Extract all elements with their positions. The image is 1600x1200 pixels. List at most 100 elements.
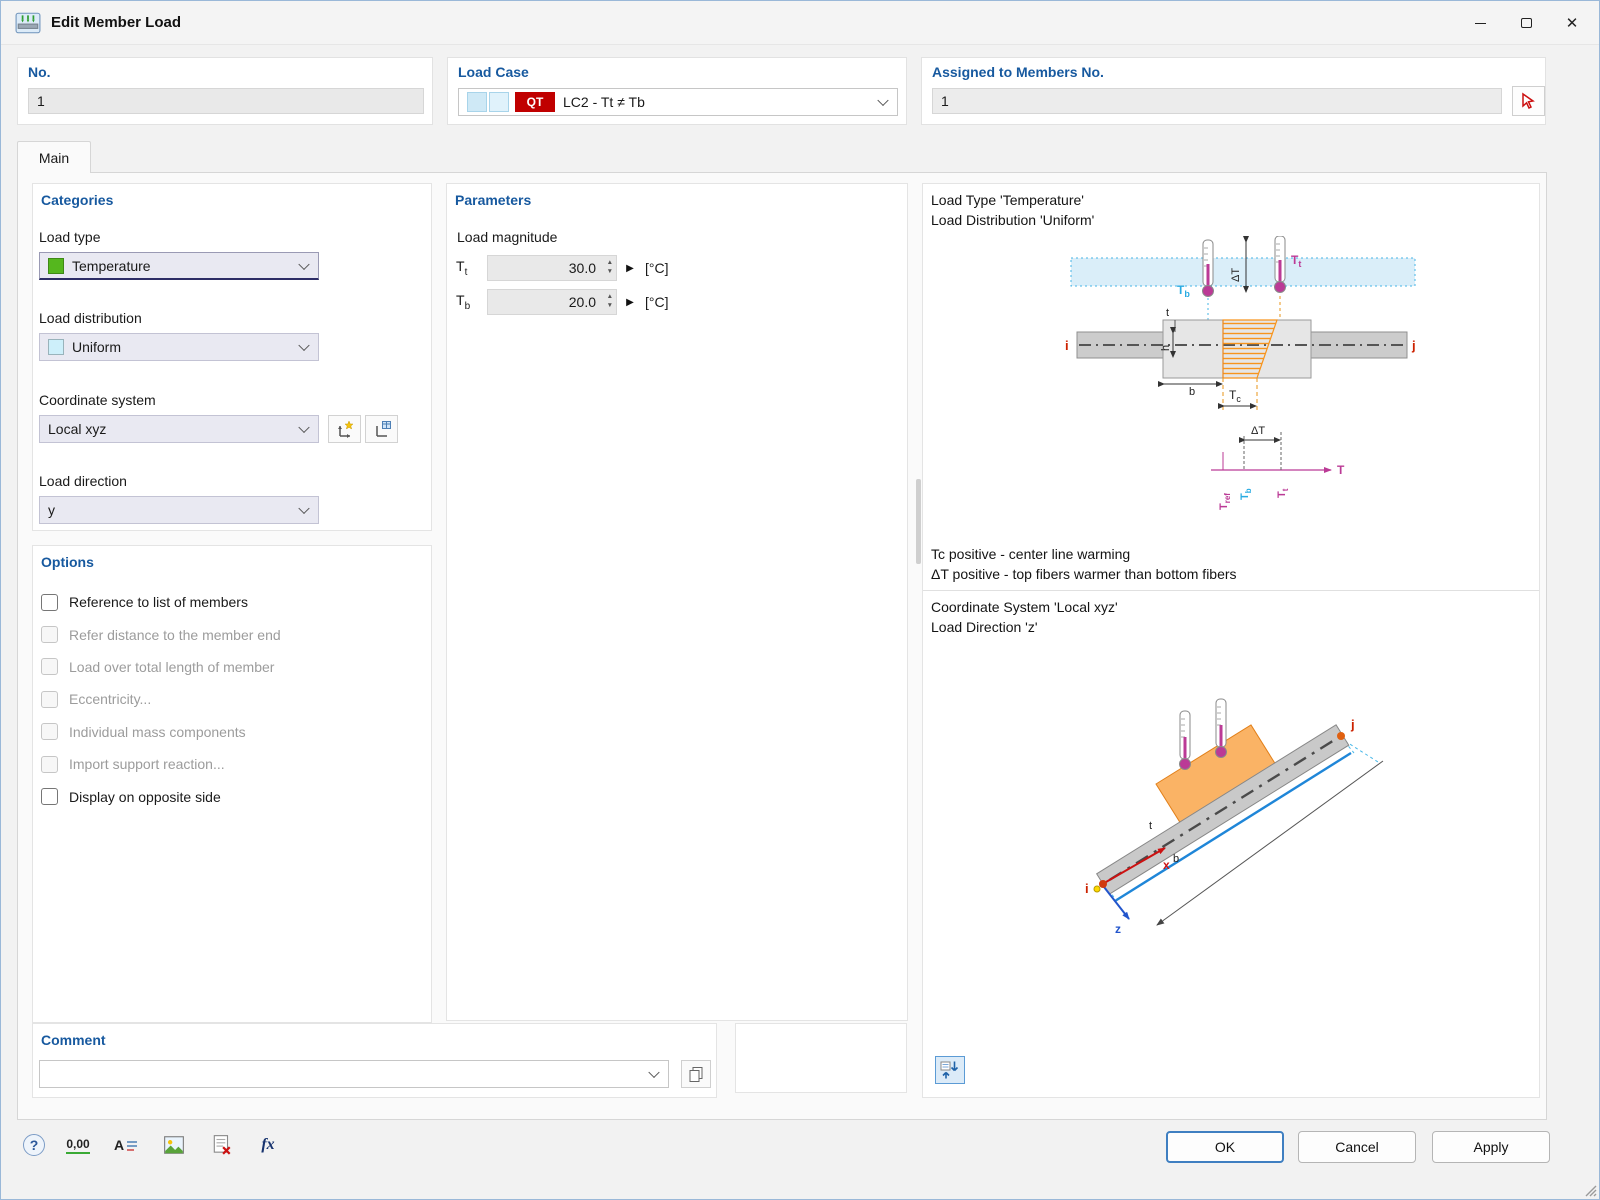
maximize-icon — [1520, 18, 1532, 28]
help-icon: ? — [23, 1134, 45, 1156]
load-type-select[interactable]: Temperature — [39, 252, 319, 280]
chevron-down-icon — [298, 258, 310, 270]
panel-splitter[interactable] — [916, 479, 921, 564]
option-display-opposite-side[interactable]: Display on opposite side — [41, 780, 423, 812]
comment-group: Comment — [32, 1023, 717, 1098]
svg-text:t: t — [1149, 820, 1152, 832]
tab-main-label: Main — [38, 149, 70, 166]
load-distribution-select[interactable]: Uniform — [39, 333, 319, 361]
new-coordinate-system-button[interactable] — [328, 415, 361, 443]
minimize-icon — [1474, 22, 1486, 24]
load-number-value: 1 — [37, 93, 45, 109]
option-label: Reference to list of members — [69, 594, 248, 611]
uniform-temperature-diagram: ΔT Tt Tb i j t h b Tc T ΔT Tref Tb Tt — [1065, 236, 1416, 510]
formula-button[interactable]: fx — [251, 1129, 285, 1161]
load-case-type-badge: QT — [515, 92, 555, 112]
options-list: Reference to list of members Refer dista… — [41, 586, 423, 813]
delete-load-button[interactable] — [205, 1129, 239, 1161]
copy-icon — [689, 1067, 703, 1082]
load-direction-value: y — [48, 502, 55, 518]
rename-icon: A — [113, 1137, 125, 1153]
close-button[interactable]: ✕ — [1549, 1, 1595, 45]
edit-coordinate-systems-icon — [375, 421, 391, 437]
svg-text:ΔT: ΔT — [1251, 425, 1265, 437]
swap-arrows-icon — [940, 1061, 959, 1079]
option-label: Display on opposite side — [69, 788, 221, 805]
preview-coordinate-line: Coordinate System 'Local xyz' — [931, 599, 1118, 615]
categories-group: Categories Load type Temperature Load di… — [32, 183, 432, 531]
preview-note-tc: Tc positive - center line warming — [931, 546, 1131, 562]
tb-input[interactable]: 20.0 ▲ ▼ — [487, 289, 617, 315]
svg-text:h: h — [1160, 345, 1172, 351]
checkbox — [41, 626, 58, 644]
edit-name-button[interactable]: A — [109, 1129, 143, 1161]
option-import-support-reaction: Import support reaction... — [41, 748, 423, 780]
checkbox[interactable] — [41, 788, 58, 806]
load-case-select[interactable]: QT LC2 - Tt ≠ Tb — [458, 88, 898, 116]
svg-text:i: i — [1085, 881, 1089, 896]
local-axis-diagram: x z i j t b — [1085, 698, 1384, 936]
load-case-panel: Load Case QT LC2 - Tt ≠ Tb — [447, 57, 907, 125]
load-direction-select[interactable]: y — [39, 496, 319, 524]
load-case-value: LC2 - Tt ≠ Tb — [563, 94, 645, 110]
coordinate-system-label: Coordinate system — [39, 392, 156, 408]
ok-button[interactable]: OK — [1166, 1131, 1284, 1163]
svg-text:Tref: Tref — [1218, 493, 1232, 510]
minimize-button[interactable] — [1457, 1, 1503, 45]
param-row-tt: Tt 30.0 ▲ ▼ ▶ [°C] — [456, 254, 669, 282]
load-case-color-swatch-2 — [489, 92, 509, 112]
chevron-down-icon — [298, 339, 310, 352]
load-distribution-label: Load distribution — [39, 310, 142, 326]
categories-title: Categories — [41, 192, 114, 208]
resize-grip[interactable] — [1583, 1183, 1597, 1197]
copy-comment-button[interactable] — [681, 1060, 711, 1088]
tt-input[interactable]: 30.0 ▲ ▼ — [487, 255, 617, 281]
tb-spinner[interactable]: ▲ ▼ — [607, 292, 613, 310]
options-group: Options Reference to list of members Ref… — [32, 545, 432, 1023]
pick-arrow-icon — [1521, 92, 1535, 110]
tb-detail-button[interactable]: ▶ — [621, 289, 639, 315]
svg-text:j: j — [1411, 338, 1416, 353]
load-case-color-swatch-1 — [467, 92, 487, 112]
cancel-button[interactable]: Cancel — [1298, 1131, 1416, 1163]
titlebar: Edit Member Load ✕ — [1, 1, 1599, 45]
checkbox[interactable] — [41, 593, 58, 611]
display-properties-button[interactable] — [157, 1129, 191, 1161]
tt-detail-button[interactable]: ▶ — [621, 255, 639, 281]
load-case-label: Load Case — [458, 64, 529, 80]
svg-text:b: b — [1173, 853, 1179, 865]
chevron-down-icon — [298, 421, 310, 434]
svg-text:T: T — [1337, 463, 1345, 477]
svg-text:i: i — [1065, 338, 1069, 353]
parameters-title: Parameters — [455, 192, 532, 208]
svg-text:Tb: Tb — [1239, 488, 1253, 500]
app-icon — [15, 12, 41, 33]
checkbox — [41, 690, 58, 708]
option-load-total-length: Load over total length of member — [41, 651, 423, 683]
document-delete-icon — [213, 1135, 231, 1155]
assigned-members-input[interactable]: 1 — [932, 88, 1502, 114]
option-reference-to-list[interactable]: Reference to list of members — [41, 586, 423, 618]
coordinate-system-select[interactable]: Local xyz — [39, 415, 319, 443]
option-label: Individual mass components — [69, 723, 246, 740]
svg-text:j: j — [1350, 717, 1355, 732]
fx-icon: fx — [261, 1136, 275, 1153]
help-button[interactable]: ? — [17, 1129, 51, 1161]
select-members-button[interactable] — [1512, 86, 1545, 116]
units-settings-button[interactable]: 0,00 — [61, 1129, 95, 1161]
main-tab-content: Categories Load type Temperature Load di… — [17, 172, 1547, 1120]
toggle-preview-button[interactable] — [935, 1056, 965, 1084]
maximize-button[interactable] — [1503, 1, 1549, 45]
coordinate-system-value: Local xyz — [48, 421, 107, 437]
tt-spinner[interactable]: ▲ ▼ — [607, 258, 613, 276]
edit-coordinate-systems-button[interactable] — [365, 415, 398, 443]
svg-text:Tc: Tc — [1229, 388, 1241, 404]
tb-value: 20.0 — [568, 294, 596, 310]
load-number-input[interactable]: 1 — [28, 88, 424, 114]
preview-panel: Load Type 'Temperature' Load Distributio… — [916, 183, 1540, 1098]
units-icon: 0,00 — [66, 1137, 90, 1154]
svg-text:t: t — [1166, 307, 1169, 319]
tab-main[interactable]: Main — [17, 141, 91, 173]
comment-input[interactable] — [39, 1060, 669, 1088]
apply-button[interactable]: Apply — [1432, 1131, 1550, 1163]
